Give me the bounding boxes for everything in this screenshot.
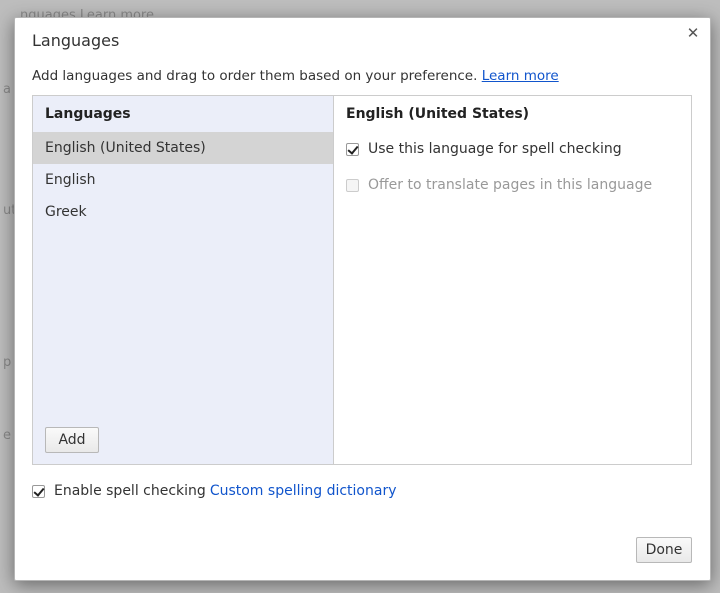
translate-label: Offer to translate pages in this languag… xyxy=(368,177,653,193)
language-item-greek[interactable]: Greek xyxy=(33,196,333,228)
spell-check-language-label: Use this language for spell checking xyxy=(368,141,622,157)
language-list-header: Languages xyxy=(45,106,131,122)
language-detail-pane: English (United States) Use this languag… xyxy=(334,96,691,464)
spell-check-language-checkbox[interactable] xyxy=(346,142,359,156)
learn-more-link[interactable]: Learn more xyxy=(482,68,559,84)
language-list-pane: Languages English (United States) Englis… xyxy=(33,96,334,464)
spell-check-language-option[interactable]: Use this language for spell checking xyxy=(346,140,622,158)
enable-spell-checking-label: Enable spell checking xyxy=(54,483,206,499)
dialog-title: Languages xyxy=(32,31,120,50)
close-icon[interactable]: ✕ xyxy=(684,24,702,42)
background-text-fragment: e xyxy=(3,428,11,443)
done-button[interactable]: Done xyxy=(636,537,692,563)
translate-checkbox xyxy=(346,178,359,192)
language-item-english[interactable]: English xyxy=(33,164,333,196)
enable-spell-checking-row: Enable spell checking Custom spelling di… xyxy=(32,483,396,499)
selected-language-header: English (United States) xyxy=(346,106,530,122)
background-text-fragment: p xyxy=(3,355,12,370)
language-panels: Languages English (United States) Englis… xyxy=(32,95,692,465)
background-text-fragment: a xyxy=(3,82,11,97)
translate-option: Offer to translate pages in this languag… xyxy=(346,176,652,194)
language-item-english-us[interactable]: English (United States) xyxy=(33,132,333,164)
dialog-intro: Add languages and drag to order them bas… xyxy=(32,68,559,84)
enable-spell-checking-checkbox[interactable] xyxy=(32,484,45,498)
add-language-button[interactable]: Add xyxy=(45,427,99,453)
languages-dialog: Languages ✕ Add languages and drag to or… xyxy=(14,17,711,581)
intro-text: Add languages and drag to order them bas… xyxy=(32,68,478,84)
custom-dictionary-link[interactable]: Custom spelling dictionary xyxy=(210,483,397,499)
